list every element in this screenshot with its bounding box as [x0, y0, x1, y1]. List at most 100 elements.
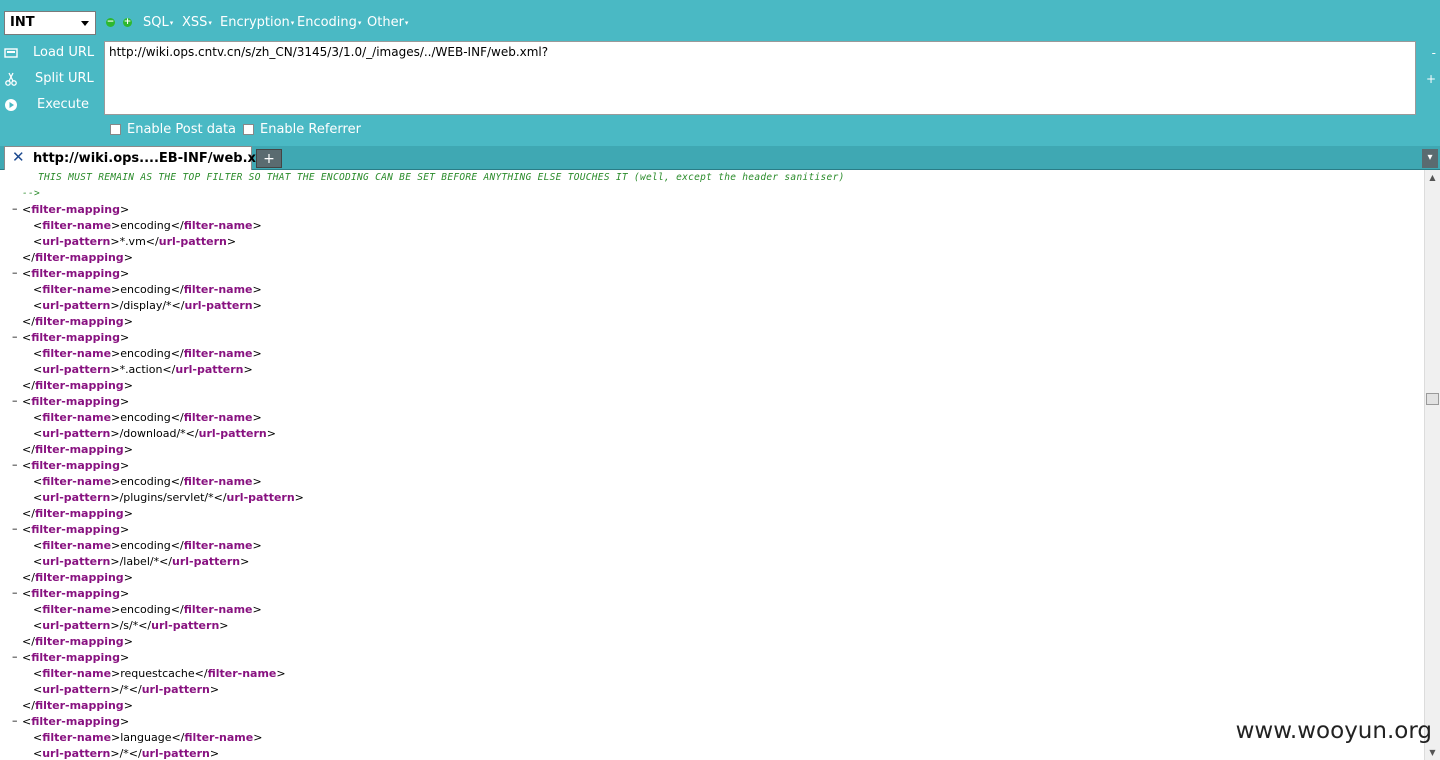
filter-mapping-open: <filter-mapping> — [22, 714, 129, 730]
xml-comment-end: --> — [22, 188, 41, 199]
tag-name: filter-mapping — [31, 523, 120, 536]
bracket: > — [110, 299, 120, 312]
post-data-label: Enable Post data — [127, 122, 237, 137]
collapse-toggle-icon[interactable]: – — [12, 394, 18, 407]
filter-mapping-open: <filter-mapping> — [22, 202, 129, 218]
tag-name: filter-name — [42, 475, 112, 488]
menu-xss[interactable]: XSS▾ — [182, 15, 212, 30]
url-pattern-value: /label/* — [119, 555, 160, 568]
tab-list-button[interactable]: ▾ — [1422, 149, 1438, 168]
bracket: </ — [22, 251, 35, 264]
caret-icon: ▾ — [404, 18, 409, 27]
bracket: < — [22, 203, 32, 216]
shrink-icon[interactable]: - — [1432, 46, 1436, 60]
filter-name-value: requestcache — [120, 667, 195, 680]
filter-mapping-close: </filter-mapping> — [22, 698, 133, 714]
url-pattern-value: /s/* — [119, 619, 139, 632]
bracket: < — [22, 459, 32, 472]
bracket: </ — [22, 443, 35, 456]
bracket: > — [111, 283, 121, 296]
bracket: > — [253, 731, 263, 744]
vertical-scrollbar[interactable]: ▲ ▼ — [1424, 170, 1440, 760]
bracket: > — [276, 667, 286, 680]
bracket: > — [119, 459, 130, 472]
url-pattern-element: <url-pattern>*.action</url-pattern> — [33, 362, 253, 378]
bracket: > — [110, 491, 120, 504]
filter-name-element: <filter-name>encoding</filter-name> — [33, 218, 262, 234]
decrease-icon[interactable]: − — [106, 18, 115, 27]
caret-icon: ▾ — [169, 18, 174, 27]
collapse-toggle-icon[interactable]: – — [12, 522, 18, 535]
url-text: http://wiki.ops.cntv.cn/s/zh_CN/3145/3/1… — [109, 45, 549, 59]
filter-mapping-open: <filter-mapping> — [22, 330, 129, 346]
split-url-label: Split URL — [35, 71, 94, 86]
bracket: < — [33, 667, 43, 680]
filter-name-element: <filter-name>encoding</filter-name> — [33, 282, 262, 298]
tag-name: filter-mapping — [31, 459, 120, 472]
tab-web-xml[interactable]: ✕ http://wiki.ops....EB-INF/web.xml? — [4, 146, 281, 170]
bracket: > — [252, 475, 262, 488]
collapse-toggle-icon[interactable]: – — [12, 714, 18, 727]
bracket: > — [252, 411, 262, 424]
post-data-checkbox[interactable] — [110, 124, 121, 135]
hackbar-panel: INT − + SQL▾ XSS▾ Encryption▾ Encoding▾ … — [0, 0, 1440, 146]
menu-sql[interactable]: SQL▾ — [143, 15, 173, 30]
tag-name: filter-name — [42, 731, 112, 744]
bracket: < — [33, 731, 43, 744]
bracket: </ — [194, 667, 208, 680]
bracket: </ — [170, 219, 184, 232]
bracket: > — [123, 571, 133, 584]
increase-icon[interactable]: + — [123, 18, 132, 27]
bracket: < — [22, 331, 32, 344]
url-pattern-element: <url-pattern>/s/*</url-pattern> — [33, 618, 229, 634]
filter-mapping-open: <filter-mapping> — [22, 650, 129, 666]
new-tab-button[interactable]: + — [256, 149, 282, 168]
menu-encryption[interactable]: Encryption▾ — [220, 15, 294, 30]
url-pattern-element: <url-pattern>*.vm</url-pattern> — [33, 234, 236, 250]
enable-referrer-option[interactable]: Enable Referrer — [243, 122, 361, 137]
url-input[interactable]: http://wiki.ops.cntv.cn/s/zh_CN/3145/3/1… — [104, 41, 1416, 115]
filter-mapping-open: <filter-mapping> — [22, 522, 129, 538]
tag-name: url-pattern — [42, 299, 111, 312]
bracket: </ — [159, 555, 173, 568]
filter-name-value: encoding — [120, 347, 171, 360]
collapse-toggle-icon[interactable]: – — [12, 586, 18, 599]
collapse-toggle-icon[interactable]: – — [12, 650, 18, 663]
bracket: </ — [22, 379, 35, 392]
tag-name: filter-name — [42, 219, 112, 232]
bracket: > — [252, 347, 262, 360]
collapse-toggle-icon[interactable]: – — [12, 330, 18, 343]
collapse-toggle-icon[interactable]: – — [12, 458, 18, 471]
menu-other[interactable]: Other▾ — [367, 15, 408, 30]
tab-title: http://wiki.ops....EB-INF/web.xml? — [33, 151, 282, 166]
bracket: < — [33, 475, 43, 488]
filter-mapping-close: </filter-mapping> — [22, 378, 133, 394]
bracket: </ — [171, 731, 185, 744]
enable-post-data-option[interactable]: Enable Post data — [110, 122, 236, 137]
bracket: > — [111, 347, 121, 360]
encoding-select[interactable]: INT — [4, 11, 96, 35]
xml-file-icon: ✕ — [12, 148, 25, 166]
collapse-toggle-icon[interactable]: – — [12, 202, 18, 215]
tag-name: filter-mapping — [34, 315, 124, 328]
filter-name-value: encoding — [120, 219, 171, 232]
bracket: > — [111, 219, 121, 232]
tag-name: filter-name — [42, 347, 112, 360]
scroll-up-icon[interactable]: ▲ — [1425, 170, 1440, 185]
expand-icon[interactable]: + — [1426, 72, 1436, 86]
tag-name: filter-mapping — [31, 395, 120, 408]
menu-label: SQL — [143, 15, 169, 30]
referrer-checkbox[interactable] — [243, 124, 254, 135]
tag-name: filter-mapping — [31, 267, 120, 280]
tag-name: filter-name — [42, 667, 112, 680]
scroll-down-icon[interactable]: ▼ — [1425, 745, 1440, 760]
scroll-thumb[interactable] — [1426, 393, 1439, 405]
scissors-icon — [4, 72, 18, 86]
bracket: < — [33, 747, 43, 760]
xml-viewer: THIS MUST REMAIN AS THE TOP FILTER SO TH… — [0, 170, 1424, 760]
bracket: > — [252, 283, 262, 296]
collapse-toggle-icon[interactable]: – — [12, 266, 18, 279]
caret-icon: ▾ — [357, 18, 362, 27]
menu-encoding[interactable]: Encoding▾ — [297, 15, 361, 30]
bracket: </ — [213, 491, 227, 504]
